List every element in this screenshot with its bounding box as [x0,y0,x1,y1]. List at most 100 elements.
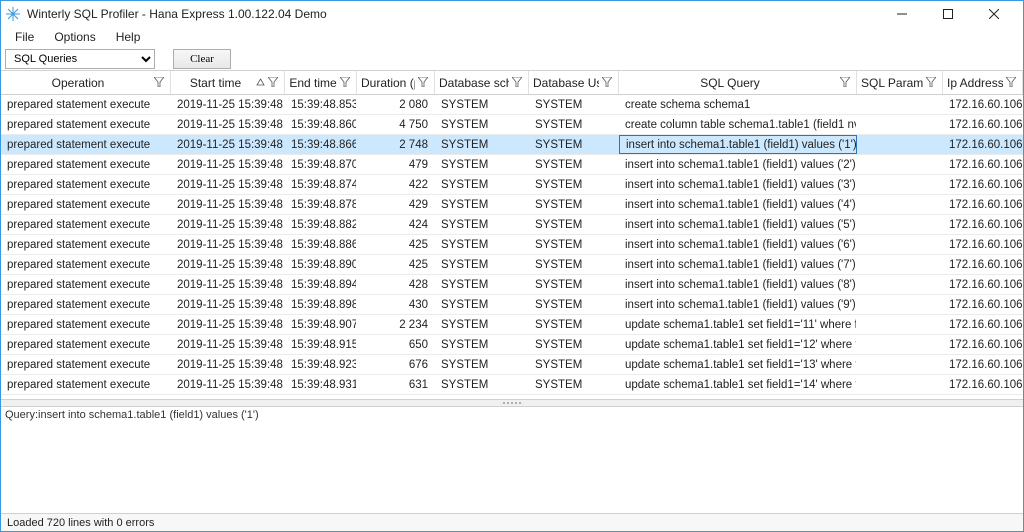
table-row[interactable]: prepared statement execute2019-11-25 15:… [1,295,1023,315]
col-schema[interactable]: Database schema [435,71,529,94]
filter-icon[interactable] [340,77,352,89]
cell-ip: 172.16.60.106 [943,155,1023,174]
cell-par [857,115,943,134]
cell-start: 2019-11-25 15:39:48.905652 [171,315,285,334]
status-bar: Loaded 720 lines with 0 errors [1,513,1023,531]
clear-button[interactable]: Clear [173,49,231,69]
status-text: Loaded 720 lines with 0 errors [7,517,154,529]
filter-icon[interactable] [154,77,166,89]
filter-select[interactable]: SQL Queries [5,49,155,69]
table-row[interactable]: prepared statement execute2019-11-25 15:… [1,95,1023,115]
sort-asc-icon[interactable] [256,78,265,87]
cell-end: 15:39:48.898259 [285,295,357,314]
filter-icon[interactable] [926,77,938,89]
table-row[interactable]: prepared statement execute2019-11-25 15:… [1,215,1023,235]
close-button[interactable] [971,1,1017,27]
cell-schema: SYSTEM [435,195,529,214]
cell-op: prepared statement execute [1,215,171,234]
col-operation[interactable]: Operation [1,71,171,94]
cell-dur: 479 [357,155,435,174]
col-duration[interactable]: Duration (µs) [357,71,435,94]
filter-icon[interactable] [1006,77,1018,89]
menubar: File Options Help [1,27,1023,47]
col-sql[interactable]: SQL Query [619,71,857,94]
cell-par [857,255,943,274]
cell-end: 15:39:48.890235 [285,255,357,274]
cell-user: SYSTEM [529,115,619,134]
col-ip[interactable]: Ip Address [943,71,1023,94]
table-row[interactable]: prepared statement execute2019-11-25 15:… [1,235,1023,255]
col-user[interactable]: Database User [529,71,619,94]
cell-start: 2019-11-25 15:39:48.855723 [171,115,285,134]
cell-user: SYSTEM [529,175,619,194]
cell-dur: 676 [357,355,435,374]
filter-icon[interactable] [840,77,852,89]
table-row[interactable]: prepared statement execute2019-11-25 15:… [1,155,1023,175]
cell-par [857,375,943,394]
table-row[interactable]: prepared statement execute2019-11-25 15:… [1,195,1023,215]
table-row[interactable]: prepared statement execute2019-11-25 15:… [1,115,1023,135]
col-params[interactable]: SQL Parameters [857,71,943,94]
cell-sql: update schema1.table1 set field1='12' wh… [619,335,857,354]
maximize-button[interactable] [925,1,971,27]
splitter[interactable] [1,399,1023,407]
cell-sql: update schema1.table1 set field1='14' wh… [619,375,857,394]
table-row[interactable]: prepared statement execute2019-11-25 15:… [1,135,1023,155]
table-row[interactable]: prepared statement execute2019-11-25 15:… [1,175,1023,195]
filter-icon[interactable] [512,77,524,89]
cell-op: prepared statement execute [1,175,171,194]
cell-start: 2019-11-25 15:39:48.851384 [171,95,285,114]
filter-icon[interactable] [602,77,614,89]
detail-text: Query:insert into schema1.table1 (field1… [5,409,259,421]
cell-user: SYSTEM [529,135,619,154]
col-end-time[interactable]: End time [285,71,357,94]
toolbar: SQL Queries Clear [1,47,1023,71]
menu-options[interactable]: Options [46,28,103,46]
cell-end: 15:39:48.931167 [285,375,357,394]
cell-par [857,195,943,214]
cell-end: 15:39:48.907886 [285,315,357,334]
cell-dur: 429 [357,195,435,214]
cell-start: 2019-11-25 15:39:48.922742 [171,355,285,374]
cell-end: 15:39:48.870624 [285,155,357,174]
table-row[interactable]: prepared statement execute2019-11-25 15:… [1,315,1023,335]
cell-user: SYSTEM [529,255,619,274]
cell-dur: 2 080 [357,95,435,114]
cell-sql: insert into schema1.table1 (field1) valu… [619,275,857,294]
cell-par [857,295,943,314]
cell-schema: SYSTEM [435,375,529,394]
table-row[interactable]: prepared statement execute2019-11-25 15:… [1,335,1023,355]
cell-user: SYSTEM [529,195,619,214]
cell-user: SYSTEM [529,95,619,114]
table-row[interactable]: prepared statement execute2019-11-25 15:… [1,355,1023,375]
cell-user: SYSTEM [529,215,619,234]
cell-sql: insert into schema1.table1 (field1) valu… [619,295,857,314]
cell-ip: 172.16.60.106 [943,135,1023,154]
cell-sql: insert into schema1.table1 (field1) valu… [619,195,857,214]
table-row[interactable]: prepared statement execute2019-11-25 15:… [1,255,1023,275]
cell-ip: 172.16.60.106 [943,215,1023,234]
cell-ip: 172.16.60.106 [943,335,1023,354]
cell-user: SYSTEM [529,355,619,374]
filter-icon[interactable] [268,77,280,89]
table-row[interactable]: prepared statement execute2019-11-25 15:… [1,375,1023,395]
cell-end: 15:39:48.866545 [285,135,357,154]
cell-par [857,175,943,194]
filter-icon[interactable] [418,77,430,89]
menu-help[interactable]: Help [108,28,149,46]
cell-ip: 172.16.60.106 [943,295,1023,314]
cell-par [857,335,943,354]
cell-par [857,355,943,374]
minimize-button[interactable] [879,1,925,27]
detail-pane: Query:insert into schema1.table1 (field1… [1,407,1023,513]
cell-start: 2019-11-25 15:39:48.874126 [171,175,285,194]
cell-start: 2019-11-25 15:39:48.870145 [171,155,285,174]
cell-sql: insert into schema1.table1 (field1) valu… [619,155,857,174]
cell-sql: create column table schema1.table1 (fiel… [619,115,857,134]
menu-file[interactable]: File [7,28,42,46]
cell-schema: SYSTEM [435,95,529,114]
cell-sql: insert into schema1.table1 (field1) valu… [619,175,857,194]
grid-body[interactable]: prepared statement execute2019-11-25 15:… [1,95,1023,399]
table-row[interactable]: prepared statement execute2019-11-25 15:… [1,275,1023,295]
col-start-time[interactable]: Start time [171,71,285,94]
